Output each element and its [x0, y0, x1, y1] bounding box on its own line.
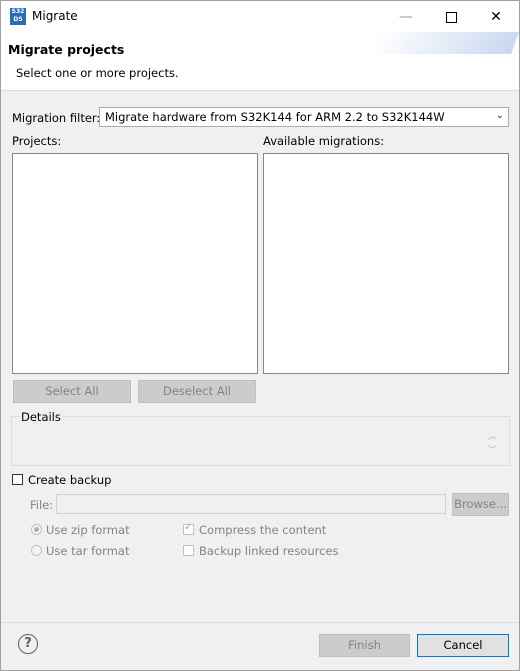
minimize-button[interactable]: — [384, 5, 428, 29]
page-title: Migrate projects [8, 42, 125, 57]
migration-filter-label: Migration filter: [12, 111, 101, 125]
compress-checkbox[interactable]: ✓ [183, 522, 194, 535]
file-path-input[interactable] [56, 494, 446, 514]
page-description: Select one or more projects. [16, 66, 179, 80]
checkmark-icon: ✓ [184, 522, 193, 533]
wizard-header: Migrate projects Select one or more proj… [1, 32, 519, 91]
available-migrations-label: Available migrations: [263, 134, 385, 148]
use-tar-label[interactable]: Use tar format [46, 544, 129, 558]
scroll-up-icon[interactable]: ︿ [488, 429, 497, 442]
projects-label: Projects: [12, 134, 62, 148]
file-label: File: [30, 498, 54, 512]
radio-selected-dot [34, 527, 39, 532]
create-backup-label[interactable]: Create backup [28, 473, 111, 487]
projects-list[interactable] [12, 153, 258, 374]
title-bar: S32 DS Migrate — ✕ [1, 1, 519, 32]
close-button[interactable]: ✕ [474, 5, 518, 29]
create-backup-checkbox[interactable] [12, 474, 23, 485]
minimize-icon: — [399, 9, 413, 25]
available-migrations-list[interactable] [263, 153, 509, 374]
footer-divider [1, 622, 519, 623]
help-icon[interactable]: ? [18, 634, 38, 654]
migration-filter-value: Migrate hardware from S32K144 for ARM 2.… [105, 110, 445, 124]
backup-linked-checkbox[interactable] [183, 545, 194, 556]
finish-button[interactable]: Finish [319, 634, 410, 657]
deselect-all-button[interactable]: Deselect All [138, 380, 256, 403]
details-label: Details [20, 410, 62, 424]
cancel-button[interactable]: Cancel [417, 634, 509, 657]
close-icon: ✕ [490, 9, 502, 25]
details-group: ︿ ﹀ [11, 416, 510, 466]
header-banner [370, 32, 519, 54]
backup-linked-label[interactable]: Backup linked resources [199, 544, 339, 558]
migration-filter-select[interactable]: Migrate hardware from S32K144 for ARM 2.… [99, 107, 509, 127]
migrate-dialog: S32 DS Migrate — ✕ Migrate projects Sele… [0, 0, 520, 671]
use-zip-radio[interactable] [31, 524, 42, 535]
maximize-icon [445, 11, 457, 23]
scroll-down-icon[interactable]: ﹀ [488, 443, 497, 456]
app-logo-icon: S32 DS [10, 8, 26, 25]
compress-label[interactable]: Compress the content [199, 523, 326, 537]
maximize-button[interactable] [429, 5, 473, 29]
browse-button[interactable]: Browse... [452, 493, 509, 516]
use-tar-radio[interactable] [31, 545, 42, 556]
use-zip-label[interactable]: Use zip format [46, 523, 130, 537]
select-all-button[interactable]: Select All [13, 380, 131, 403]
dropdown-arrow-icon: ⌄ [495, 110, 504, 121]
window-title: Migrate [32, 9, 78, 23]
